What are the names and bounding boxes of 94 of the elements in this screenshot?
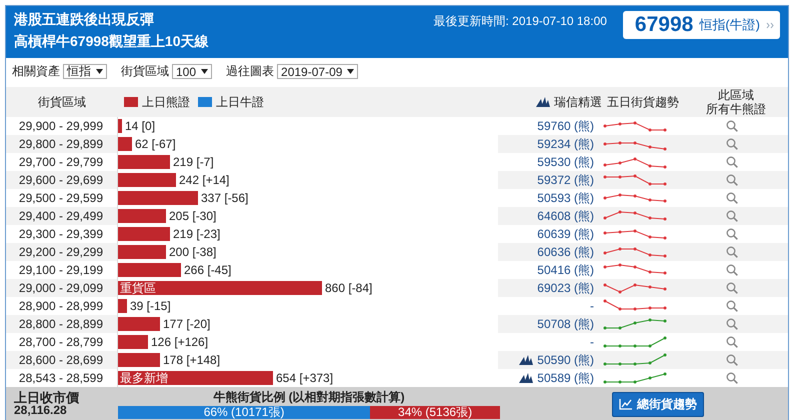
- column-header: 瑞信精選: [554, 94, 602, 110]
- warrant-link[interactable]: 50589 (熊): [537, 370, 594, 386]
- range-label: 29,700 - 29,799: [18, 155, 103, 169]
- bear-volume-bar: [118, 353, 160, 367]
- range-label: 29,400 - 29,499: [18, 209, 103, 223]
- volume-value: 242 [+14]: [179, 173, 230, 187]
- bear-volume-bar: [118, 137, 132, 151]
- caret-icon: [347, 69, 354, 74]
- warrant-link[interactable]: 50593 (熊): [537, 190, 594, 206]
- search-icon[interactable]: [726, 246, 738, 258]
- warrant-link[interactable]: 50416 (熊): [537, 262, 594, 278]
- range-label: 28,700 - 28,799: [18, 335, 103, 349]
- bear-ratio-bar: 34% (5136張): [370, 406, 500, 419]
- bear-volume-bar: [118, 299, 127, 313]
- search-icon[interactable]: [726, 138, 738, 150]
- bear-volume-bar: [118, 335, 148, 349]
- search-icon[interactable]: [726, 228, 738, 240]
- search-icon[interactable]: [726, 282, 738, 294]
- volume-value: 266 [-45]: [184, 263, 232, 277]
- volume-value: 219 [-7]: [173, 155, 214, 169]
- total-trend-button[interactable]: 總街貨趨勢: [612, 392, 704, 416]
- chart-icon: [619, 398, 633, 410]
- range-label: 28,543 - 28,599: [18, 371, 103, 385]
- volume-value: 62 [-67]: [135, 137, 176, 151]
- volume-value: 200 [-38]: [169, 245, 216, 259]
- search-icon[interactable]: [726, 210, 738, 222]
- search-icon[interactable]: [726, 318, 738, 330]
- bear-volume-bar: [118, 155, 170, 169]
- search-icon[interactable]: [726, 372, 738, 384]
- warrant-link[interactable]: 59760 (熊): [537, 118, 594, 134]
- column-header: 街貨區域: [38, 94, 86, 110]
- caret-icon: [201, 69, 208, 74]
- range-label: 29,500 - 29,599: [18, 191, 103, 205]
- search-icon[interactable]: [726, 336, 738, 348]
- search-icon[interactable]: [726, 174, 738, 186]
- legend-label: 上日牛證: [216, 94, 264, 110]
- bear-volume-bar: 最多新增: [118, 371, 273, 385]
- filter-label: 過往圖表: [226, 63, 274, 80]
- search-icon[interactable]: [726, 156, 738, 168]
- search-icon[interactable]: [726, 264, 738, 276]
- caret-icon: [96, 69, 103, 74]
- chevron-icon: [766, 22, 774, 28]
- search-icon[interactable]: [726, 354, 738, 366]
- range-label: 29,200 - 29,299: [18, 245, 103, 259]
- volume-value: 177 [-20]: [163, 317, 210, 331]
- column-header: 所有牛熊證: [706, 102, 766, 116]
- range-label: 29,800 - 29,899: [18, 137, 103, 151]
- bear-volume-bar: [118, 263, 181, 277]
- volume-value: 126 [+126]: [151, 335, 208, 349]
- filter-select[interactable]: 100: [172, 64, 212, 79]
- bear-volume-bar: [118, 245, 166, 259]
- filter-select[interactable]: 2019-07-09: [277, 64, 358, 79]
- volume-value: 654 [+373]: [276, 371, 334, 385]
- bear-volume-bar: 重貨區: [118, 281, 322, 295]
- ratio-title: 牛熊街貨比例 (以相對期指張數計算): [213, 389, 405, 406]
- bear-volume-bar: [118, 209, 166, 223]
- range-label: 29,600 - 29,699: [18, 173, 103, 187]
- warrant-link[interactable]: 60639 (熊): [537, 226, 594, 242]
- column-header: 五日街貨趨勢: [607, 94, 679, 110]
- bear-volume-bar: [118, 173, 176, 187]
- volume-value: 14 [0]: [125, 119, 156, 133]
- legend-label: 上日熊證: [142, 94, 190, 110]
- bear-volume-bar: [118, 227, 170, 241]
- volume-value: 178 [+148]: [163, 353, 220, 367]
- search-icon[interactable]: [726, 192, 738, 204]
- bear-volume-bar: [118, 119, 122, 133]
- column-header: 此區域: [718, 88, 754, 102]
- update-time: 最後更新時間: 2019-07-10 18:00: [434, 13, 607, 30]
- range-label: 29,300 - 29,399: [18, 227, 103, 241]
- close-value: 28,116.28: [14, 404, 67, 417]
- range-label: 29,900 - 29,999: [18, 119, 103, 133]
- headline: 高槓桿牛67998觀望重上10天線: [14, 32, 209, 51]
- headline: 港股五連跌後出現反彈: [14, 10, 155, 29]
- warrant-link[interactable]: 59530 (熊): [537, 154, 594, 170]
- range-label: 29,100 - 29,199: [18, 263, 103, 277]
- warrant-code-button[interactable]: 67998 恒指(牛證): [622, 11, 780, 39]
- bull-ratio-bar: 66% (10171張): [118, 406, 370, 419]
- sails-icon: [536, 97, 550, 107]
- volume-value: 39 [-15]: [130, 299, 171, 313]
- search-icon[interactable]: [726, 120, 738, 132]
- range-label: 28,600 - 28,699: [18, 353, 103, 367]
- filter-label: 街貨區域: [121, 63, 169, 80]
- range-label: 29,000 - 29,099: [18, 281, 103, 295]
- volume-value: 205 [-30]: [169, 209, 216, 223]
- range-label: 28,900 - 28,999: [18, 299, 103, 313]
- range-label: 28,800 - 28,899: [18, 317, 103, 331]
- close-label: 上日收市價: [14, 391, 80, 404]
- filter-label: 相關資產: [12, 63, 60, 80]
- filter-select[interactable]: 恒指: [63, 64, 107, 79]
- bear-volume-bar: [118, 317, 160, 331]
- volume-value: 219 [-23]: [173, 227, 220, 241]
- volume-value: 860 [-84]: [325, 281, 372, 295]
- volume-value: 337 [-56]: [201, 191, 248, 205]
- search-icon[interactable]: [726, 300, 738, 312]
